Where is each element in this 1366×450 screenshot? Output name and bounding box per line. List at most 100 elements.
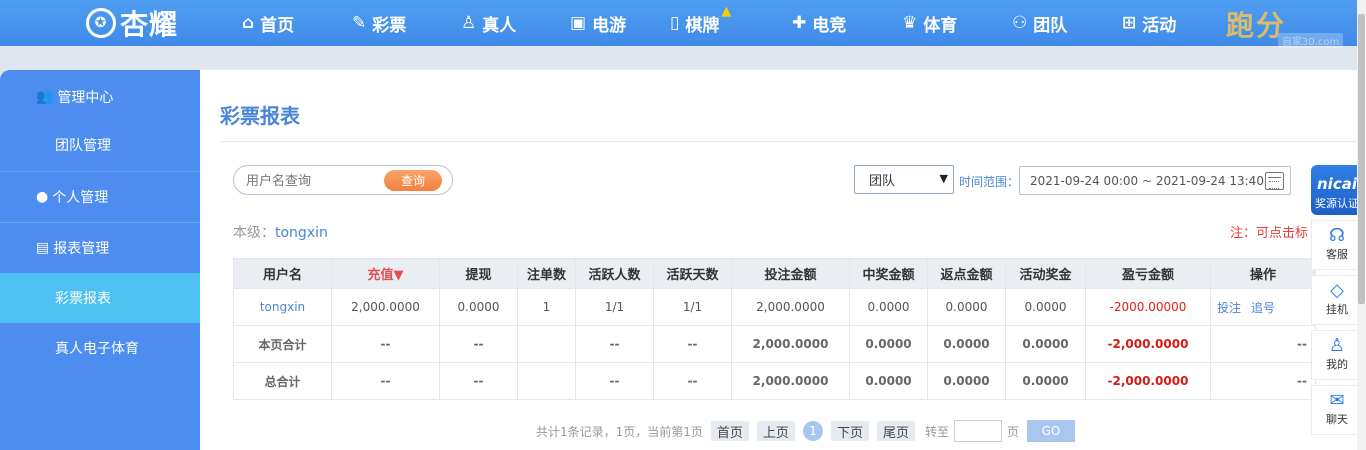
prev-page-button[interactable]: 上页 bbox=[756, 421, 795, 441]
nav-lottery[interactable]: ✎ 彩票 bbox=[352, 0, 406, 46]
time-range-input[interactable]: 2021-09-24 00:00 ~ 2021-09-24 13:40 bbox=[1019, 166, 1291, 195]
cards-icon: ▯ bbox=[670, 13, 680, 33]
cell-pnl: -2000.00000 bbox=[1085, 288, 1211, 326]
report-icon: ▤ bbox=[36, 240, 50, 256]
nav-label: 活动 bbox=[1142, 15, 1177, 36]
last-page-button[interactable]: 尾页 bbox=[876, 421, 915, 441]
search-box: 查询 bbox=[233, 165, 453, 195]
certification-badge[interactable]: nicai 奖源认证 bbox=[1311, 165, 1363, 215]
level-prefix: 本级： bbox=[233, 225, 275, 241]
site-watermark: 自家30.com bbox=[1278, 33, 1344, 48]
scope-select-value: 团队 bbox=[869, 174, 896, 189]
main-content: 彩票报表 查询 团队 ▼ 时间范围： 2021-09-24 00:00 ~ 20… bbox=[200, 70, 1366, 450]
sidebar-label: 个人管理 bbox=[52, 190, 109, 206]
bet-record-link[interactable]: 投注 bbox=[1217, 301, 1241, 315]
cell-orders bbox=[517, 362, 576, 400]
nav-slots[interactable]: ▣ 电游 bbox=[570, 0, 626, 46]
cell-pnl: -2,000.0000 bbox=[1085, 325, 1211, 363]
auto-bet-button[interactable]: ◇ 挂机 bbox=[1311, 275, 1363, 325]
sidebar-item-team-management[interactable]: 团队管理 bbox=[0, 120, 200, 170]
sidebar-item-lottery-report[interactable]: 彩票报表 bbox=[0, 273, 200, 323]
level-username[interactable]: tongxin bbox=[275, 225, 328, 241]
cell-win: 0.0000 bbox=[849, 288, 928, 326]
nav-label: 首页 bbox=[260, 15, 295, 36]
cell-active-users: -- bbox=[575, 362, 654, 400]
table-row: tongxin 2,000.0000 0.0000 1 1/1 1/1 2,00… bbox=[233, 288, 1316, 326]
hint-note: 注：可点击标 bbox=[1230, 226, 1309, 241]
sidebar-label: 报表管理 bbox=[53, 241, 110, 257]
first-page-button[interactable]: 首页 bbox=[710, 421, 749, 441]
nav-label: 彩票 bbox=[372, 15, 407, 36]
home-icon: ⌂ bbox=[242, 13, 255, 33]
profile-icon: ♙ bbox=[1328, 335, 1346, 356]
scope-select[interactable]: 团队 ▼ bbox=[854, 165, 954, 194]
nav-esports[interactable]: ✚ 电竞 bbox=[792, 0, 846, 46]
sidebar-label: 团队管理 bbox=[55, 138, 111, 154]
sidebar-item-live-electronic-sports[interactable]: 真人电子体育 bbox=[0, 323, 200, 373]
cell-username-link[interactable]: tongxin bbox=[233, 288, 332, 326]
chevron-down-icon: ▼ bbox=[939, 172, 948, 185]
scrollbar-thumb[interactable] bbox=[1358, 14, 1365, 304]
page-unit-label: 页 bbox=[1006, 424, 1019, 439]
customer-service-button[interactable]: ☊ 客服 bbox=[1311, 220, 1363, 270]
cell-bonus: 0.0000 bbox=[1005, 362, 1086, 400]
page-total-row: 本页合计 -- -- -- -- 2,000.0000 0.0000 0.000… bbox=[233, 325, 1316, 363]
jump-label: 转至 bbox=[924, 424, 949, 439]
cell-operations: -- bbox=[1210, 325, 1316, 363]
page-scrollbar[interactable] bbox=[1357, 0, 1366, 450]
nav-team[interactable]: ⚇ 团队 bbox=[1012, 0, 1067, 46]
username-search-input[interactable] bbox=[246, 171, 386, 189]
nav-live[interactable]: ♙ 真人 bbox=[461, 0, 516, 46]
sidebar-item-reports[interactable]: ▤ 报表管理 bbox=[0, 223, 200, 273]
col-username: 用户名 bbox=[233, 258, 332, 289]
brand-logo[interactable]: ✪ 杏耀 bbox=[86, 6, 178, 41]
cell-bonus: 0.0000 bbox=[1005, 325, 1086, 363]
person-icon: ♙ bbox=[461, 13, 477, 33]
calendar-icon[interactable] bbox=[1265, 172, 1284, 190]
chat-icon: ✉ bbox=[1329, 390, 1345, 411]
col-rebate-amount: 返点金额 bbox=[927, 258, 1006, 289]
nav-label: 团队 bbox=[1033, 15, 1068, 36]
search-button[interactable]: 查询 bbox=[384, 170, 442, 191]
col-active-days: 活跃天数 bbox=[653, 258, 732, 289]
nav-label: 体育 bbox=[923, 15, 958, 36]
cell-withdraw: -- bbox=[439, 362, 518, 400]
chat-button[interactable]: ✉ 聊天 bbox=[1311, 385, 1363, 435]
sidebar-item-management-center[interactable]: 👥 管理中心 bbox=[0, 72, 200, 122]
current-level: 本级：tongxin bbox=[233, 222, 328, 242]
cell-active-days: -- bbox=[653, 362, 732, 400]
sidebar: 👥 管理中心 团队管理 ● 个人管理 ▤ 报表管理 彩票报表 真人电子体育 bbox=[0, 70, 200, 450]
chase-record-link[interactable]: 追号 bbox=[1251, 301, 1275, 315]
page-jump-input[interactable] bbox=[953, 420, 1002, 442]
cell-operations: 投注 追号 bbox=[1210, 288, 1316, 326]
cell-bet: 2,000.0000 bbox=[731, 362, 850, 400]
nav-activity[interactable]: ⊞ 活动 bbox=[1122, 0, 1176, 46]
my-account-button[interactable]: ♙ 我的 bbox=[1311, 330, 1363, 380]
current-page-indicator[interactable]: 1 bbox=[802, 421, 823, 441]
gift-icon: ⊞ bbox=[1122, 13, 1137, 33]
cell-active-days: -- bbox=[653, 325, 732, 363]
cell-label: 总合计 bbox=[233, 362, 332, 400]
cell-active-days: 1/1 bbox=[653, 288, 732, 326]
cell-rebate: 0.0000 bbox=[927, 325, 1006, 363]
nav-label: 电竞 bbox=[812, 15, 847, 36]
table-header-row: 用户名 充值▼ 提现 注单数 活跃人数 活跃天数 投注金额 中奖金额 返点金额 … bbox=[233, 258, 1316, 289]
nav-label: 棋牌 bbox=[685, 15, 720, 36]
col-recharge-sortable[interactable]: 充值▼ bbox=[331, 258, 440, 289]
float-label: 我的 bbox=[1326, 358, 1348, 371]
title-divider bbox=[220, 141, 1366, 142]
report-table: 用户名 充值▼ 提现 注单数 活跃人数 活跃天数 投注金额 中奖金额 返点金额 … bbox=[233, 258, 1316, 400]
gamepad-icon: ✚ bbox=[792, 13, 807, 33]
cell-active-users: -- bbox=[575, 325, 654, 363]
cell-orders bbox=[517, 325, 576, 363]
page-title: 彩票报表 bbox=[220, 104, 300, 128]
cell-recharge: -- bbox=[331, 325, 440, 363]
go-button[interactable]: GO bbox=[1027, 420, 1075, 442]
nav-home[interactable]: ⌂ 首页 bbox=[242, 0, 294, 46]
nav-label: 真人 bbox=[482, 15, 517, 36]
sidebar-item-personal[interactable]: ● 个人管理 bbox=[0, 172, 200, 222]
nav-sports[interactable]: ♛ 体育 bbox=[902, 0, 957, 46]
next-page-button[interactable]: 下页 bbox=[830, 421, 869, 441]
cell-bonus: 0.0000 bbox=[1005, 288, 1086, 326]
nav-cards[interactable]: ▯ 棋牌 ▲ bbox=[670, 0, 731, 46]
